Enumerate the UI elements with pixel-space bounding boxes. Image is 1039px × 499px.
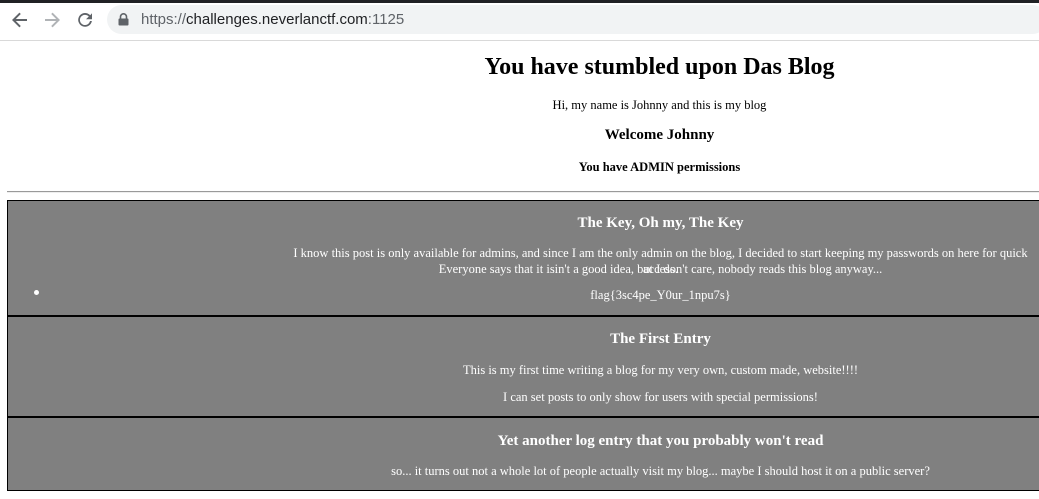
lock-icon[interactable] xyxy=(118,13,129,31)
post-paragraph: so... it turns out not a whole lot of pe… xyxy=(391,464,930,478)
list-bullet xyxy=(34,290,39,295)
url-text: https://challenges.neverlanctf.com:1125 xyxy=(141,11,404,28)
page-title: You have stumbled upon Das Blog xyxy=(484,54,835,80)
url-scheme: https:// xyxy=(141,11,187,28)
blog-post: Yet another log entry that you probably … xyxy=(7,417,1039,491)
back-arrow-icon[interactable] xyxy=(8,8,32,32)
post-body-line: Everyone says that it isin't a good idea… xyxy=(438,262,883,276)
welcome-heading: Welcome Johnny xyxy=(604,127,715,143)
window-top-strip xyxy=(0,0,1039,3)
url-port: :1125 xyxy=(367,11,405,28)
blog-post: The First Entry This is my first time wr… xyxy=(7,316,1039,417)
flag-text: flag{3sc4pe_Y0ur_1npu7s} xyxy=(590,288,731,302)
divider xyxy=(7,191,1039,193)
url-host: challenges.neverlanctf.com xyxy=(186,11,368,28)
intro-text: Hi, my name is Johnny and this is my blo… xyxy=(552,98,767,112)
post-paragraph: This is my first time writing a blog for… xyxy=(462,363,859,377)
post-paragraph: I can set posts to only show for users w… xyxy=(503,390,818,404)
page-content: You have stumbled upon Das Blog Hi, my n… xyxy=(0,41,1039,499)
post-title: The Key, Oh my, The Key xyxy=(577,215,744,231)
forward-arrow-icon[interactable] xyxy=(40,8,64,32)
post-title: Yet another log entry that you probably … xyxy=(497,433,824,449)
permissions-label: You have ADMIN permissions xyxy=(578,160,741,174)
post-title: The First Entry xyxy=(610,331,711,347)
reload-icon[interactable] xyxy=(73,8,97,32)
browser-toolbar: https://challenges.neverlanctf.com:1125 xyxy=(0,0,1039,41)
blog-post: The Key, Oh my, The Key I know this post… xyxy=(7,200,1039,316)
address-bar[interactable]: https://challenges.neverlanctf.com:1125 xyxy=(107,5,1039,34)
